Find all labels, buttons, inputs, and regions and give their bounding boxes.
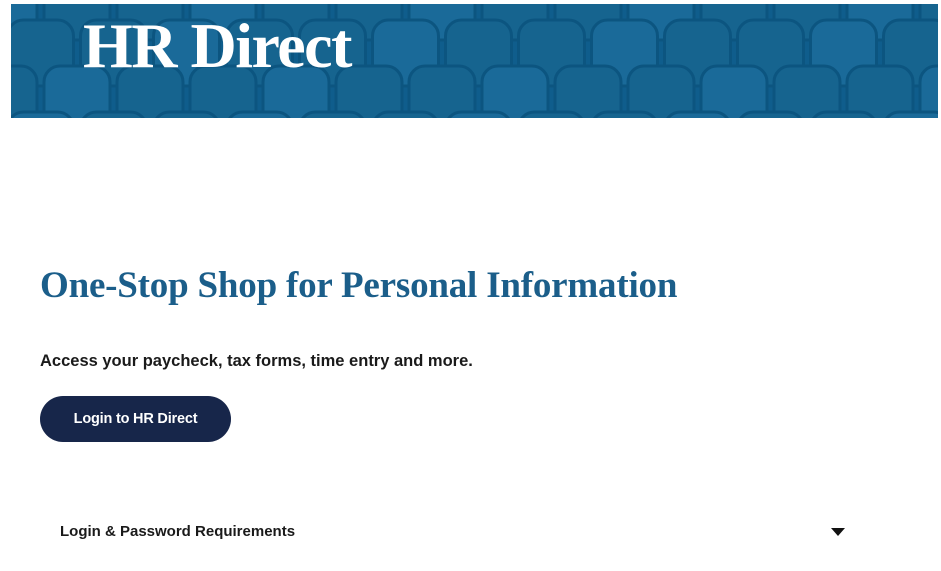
banner-pattern-tile <box>553 64 623 118</box>
banner-pattern-tile <box>772 64 842 118</box>
banner-pattern-tile <box>11 110 72 118</box>
banner-pattern-tile <box>626 64 696 118</box>
banner-title: HR Direct <box>83 10 352 81</box>
page-heading: One-Stop Shop for Personal Information <box>40 265 678 306</box>
login-button[interactable]: Login to HR Direct <box>40 396 231 442</box>
banner-pattern-tile <box>407 64 477 118</box>
accordion-label: Login & Password Requirements <box>60 523 296 540</box>
intro-text: Access your paycheck, tax forms, time en… <box>40 352 473 370</box>
caret-down-icon <box>831 528 845 536</box>
banner-pattern-tile <box>918 64 938 118</box>
banner-pattern-tile <box>845 64 915 118</box>
page: HR Direct One-Stop Shop for Personal Inf… <box>0 0 941 571</box>
banner-pattern-tile <box>374 110 437 118</box>
banner-pattern-tile <box>480 64 550 118</box>
banner-pattern-tile <box>301 110 364 118</box>
banner-pattern-tile <box>666 110 729 118</box>
login-requirements-accordion: Login & Password Requirements <box>40 510 860 554</box>
banner-pattern-tile <box>885 110 938 118</box>
banner-pattern-tile <box>812 110 875 118</box>
banner-pattern-tile <box>11 64 39 118</box>
banner-pattern-tile <box>520 110 583 118</box>
banner-pattern-tile <box>82 110 145 118</box>
accordion-toggle[interactable]: Login & Password Requirements <box>40 510 860 554</box>
banner-pattern-tile <box>699 64 769 118</box>
banner-pattern-tile <box>447 110 510 118</box>
banner-pattern-tile <box>739 110 802 118</box>
banner-pattern-tile <box>155 110 218 118</box>
banner-pattern-tile <box>593 110 656 118</box>
banner-pattern-tile <box>228 110 291 118</box>
hero-banner: HR Direct <box>11 4 938 118</box>
